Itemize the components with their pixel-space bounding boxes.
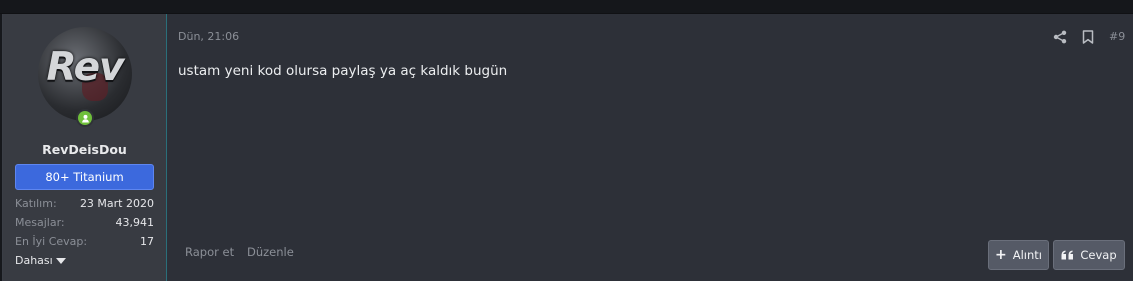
forum-post: Rev RevDeisDou 80+ Titanium Katılım: 23 … — [2, 14, 1133, 281]
quote-button[interactable]: + Alıntı — [988, 240, 1049, 270]
stat-label: En İyi Cevap: — [15, 235, 88, 248]
stat-joined: Katılım: 23 Mart 2020 — [15, 197, 154, 213]
plus-icon: + — [995, 247, 1007, 263]
bookmark-icon[interactable] — [1082, 30, 1094, 44]
post-date[interactable]: Dün, 21:06 — [178, 30, 239, 43]
report-link[interactable]: Rapor et — [185, 245, 234, 259]
caret-down-icon — [55, 258, 66, 264]
online-user-icon — [78, 111, 92, 125]
quote-label: Alıntı — [1012, 248, 1042, 262]
avatar-logo: Rev — [46, 45, 125, 90]
user-panel: Rev RevDeisDou 80+ Titanium Katılım: 23 … — [3, 14, 167, 281]
stat-value: 17 — [140, 235, 154, 248]
stat-label: Katılım: — [15, 197, 57, 210]
more-label: Dahası — [15, 254, 53, 267]
post-message: ustam yeni kod olursa paylaş ya aç kaldı… — [178, 63, 508, 79]
share-icon[interactable] — [1053, 30, 1067, 44]
top-bar — [0, 0, 1133, 14]
online-status-badge — [76, 109, 94, 127]
quote-marks-icon — [1061, 250, 1074, 260]
avatar[interactable]: Rev — [38, 27, 132, 121]
post-content: Dün, 21:06 #9 ustam yeni kod olursa payl… — [167, 14, 1133, 281]
edit-link[interactable]: Düzenle — [247, 245, 294, 259]
post-number[interactable]: #9 — [1109, 30, 1125, 43]
stat-value: 23 Mart 2020 — [79, 197, 154, 210]
stat-label: Mesajlar: — [15, 216, 65, 229]
stat-value[interactable]: 43,941 — [116, 216, 155, 229]
user-banner: 80+ Titanium — [15, 164, 154, 190]
stat-best-answers: En İyi Cevap: 17 — [15, 235, 154, 251]
reply-button[interactable]: Cevap — [1053, 240, 1125, 270]
reply-label: Cevap — [1080, 248, 1117, 262]
stat-messages: Mesajlar: 43,941 — [15, 216, 154, 232]
more-toggle[interactable]: Dahası — [15, 254, 66, 267]
username[interactable]: RevDeisDou — [3, 142, 166, 157]
